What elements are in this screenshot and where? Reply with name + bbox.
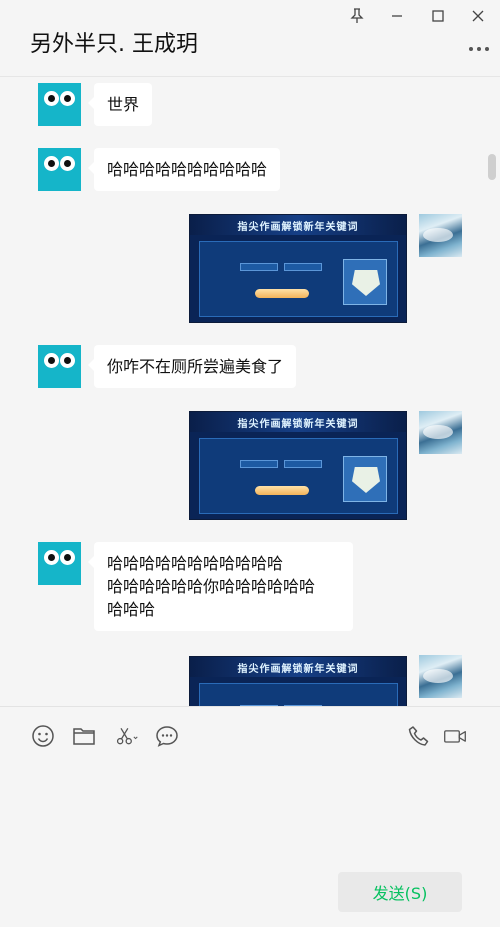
- contact-avatar[interactable]: [38, 542, 81, 585]
- scissors-icon[interactable]: [112, 723, 142, 749]
- message-text-line: 哈哈哈: [107, 600, 156, 619]
- chat-window: 另外半只. 王成玥 世界 哈哈哈哈哈哈哈哈哈哈 指尖作画解锁新年关键词 你咋不在…: [0, 0, 500, 927]
- image-message[interactable]: 指尖作画解锁新年关键词: [189, 411, 407, 520]
- my-avatar[interactable]: [419, 655, 462, 698]
- chat-title: 另外半只. 王成玥: [30, 32, 198, 57]
- compose-toolbar: [0, 706, 500, 764]
- video-icon[interactable]: [441, 723, 469, 749]
- send-button[interactable]: 发送(S): [338, 872, 462, 912]
- image-message[interactable]: 指尖作画解锁新年关键词: [189, 214, 407, 323]
- image-banner-text: 指尖作画解锁新年关键词: [237, 664, 359, 675]
- close-icon[interactable]: [465, 4, 491, 28]
- scrollbar-thumb[interactable]: [488, 154, 496, 180]
- more-options-icon[interactable]: [468, 40, 490, 56]
- message-bubble[interactable]: 世界: [87, 83, 153, 126]
- message-bubble[interactable]: 哈哈哈哈哈哈哈哈哈哈: [87, 148, 281, 191]
- contact-avatar[interactable]: [38, 148, 81, 191]
- message-text: 你咋不在厕所尝遍美食了: [107, 357, 284, 376]
- image-banner-text: 指尖作画解锁新年关键词: [237, 222, 359, 233]
- message-text-line: 哈哈哈哈哈哈你哈哈哈哈哈哈: [107, 577, 316, 596]
- image-message[interactable]: 指尖作画解锁新年关键词: [189, 656, 407, 706]
- maximize-icon[interactable]: [425, 4, 451, 28]
- pin-icon[interactable]: [344, 4, 370, 28]
- message-text: 世界: [107, 95, 140, 114]
- minimize-icon[interactable]: [384, 4, 410, 28]
- folder-icon[interactable]: [71, 723, 97, 749]
- phone-icon[interactable]: [406, 723, 432, 749]
- contact-avatar[interactable]: [38, 345, 81, 388]
- emoji-icon[interactable]: [30, 723, 56, 749]
- image-banner-text: 指尖作画解锁新年关键词: [237, 419, 359, 430]
- my-avatar[interactable]: [419, 214, 462, 257]
- message-bubble[interactable]: 哈哈哈哈哈哈哈哈哈哈哈 哈哈哈哈哈哈你哈哈哈哈哈哈 哈哈哈: [88, 542, 353, 631]
- chat-history-icon[interactable]: [154, 723, 180, 749]
- contact-avatar[interactable]: [38, 83, 81, 126]
- chat-header: 另外半只. 王成玥: [0, 0, 500, 77]
- message-text-line: 哈哈哈哈哈哈哈哈哈哈哈: [107, 554, 284, 573]
- my-avatar[interactable]: [419, 411, 462, 454]
- message-input[interactable]: [0, 764, 500, 874]
- message-text: 哈哈哈哈哈哈哈哈哈哈: [107, 160, 268, 179]
- message-list[interactable]: 世界 哈哈哈哈哈哈哈哈哈哈 指尖作画解锁新年关键词 你咋不在厕所尝遍美食了 指尖…: [0, 78, 500, 706]
- message-bubble[interactable]: 你咋不在厕所尝遍美食了: [87, 345, 297, 388]
